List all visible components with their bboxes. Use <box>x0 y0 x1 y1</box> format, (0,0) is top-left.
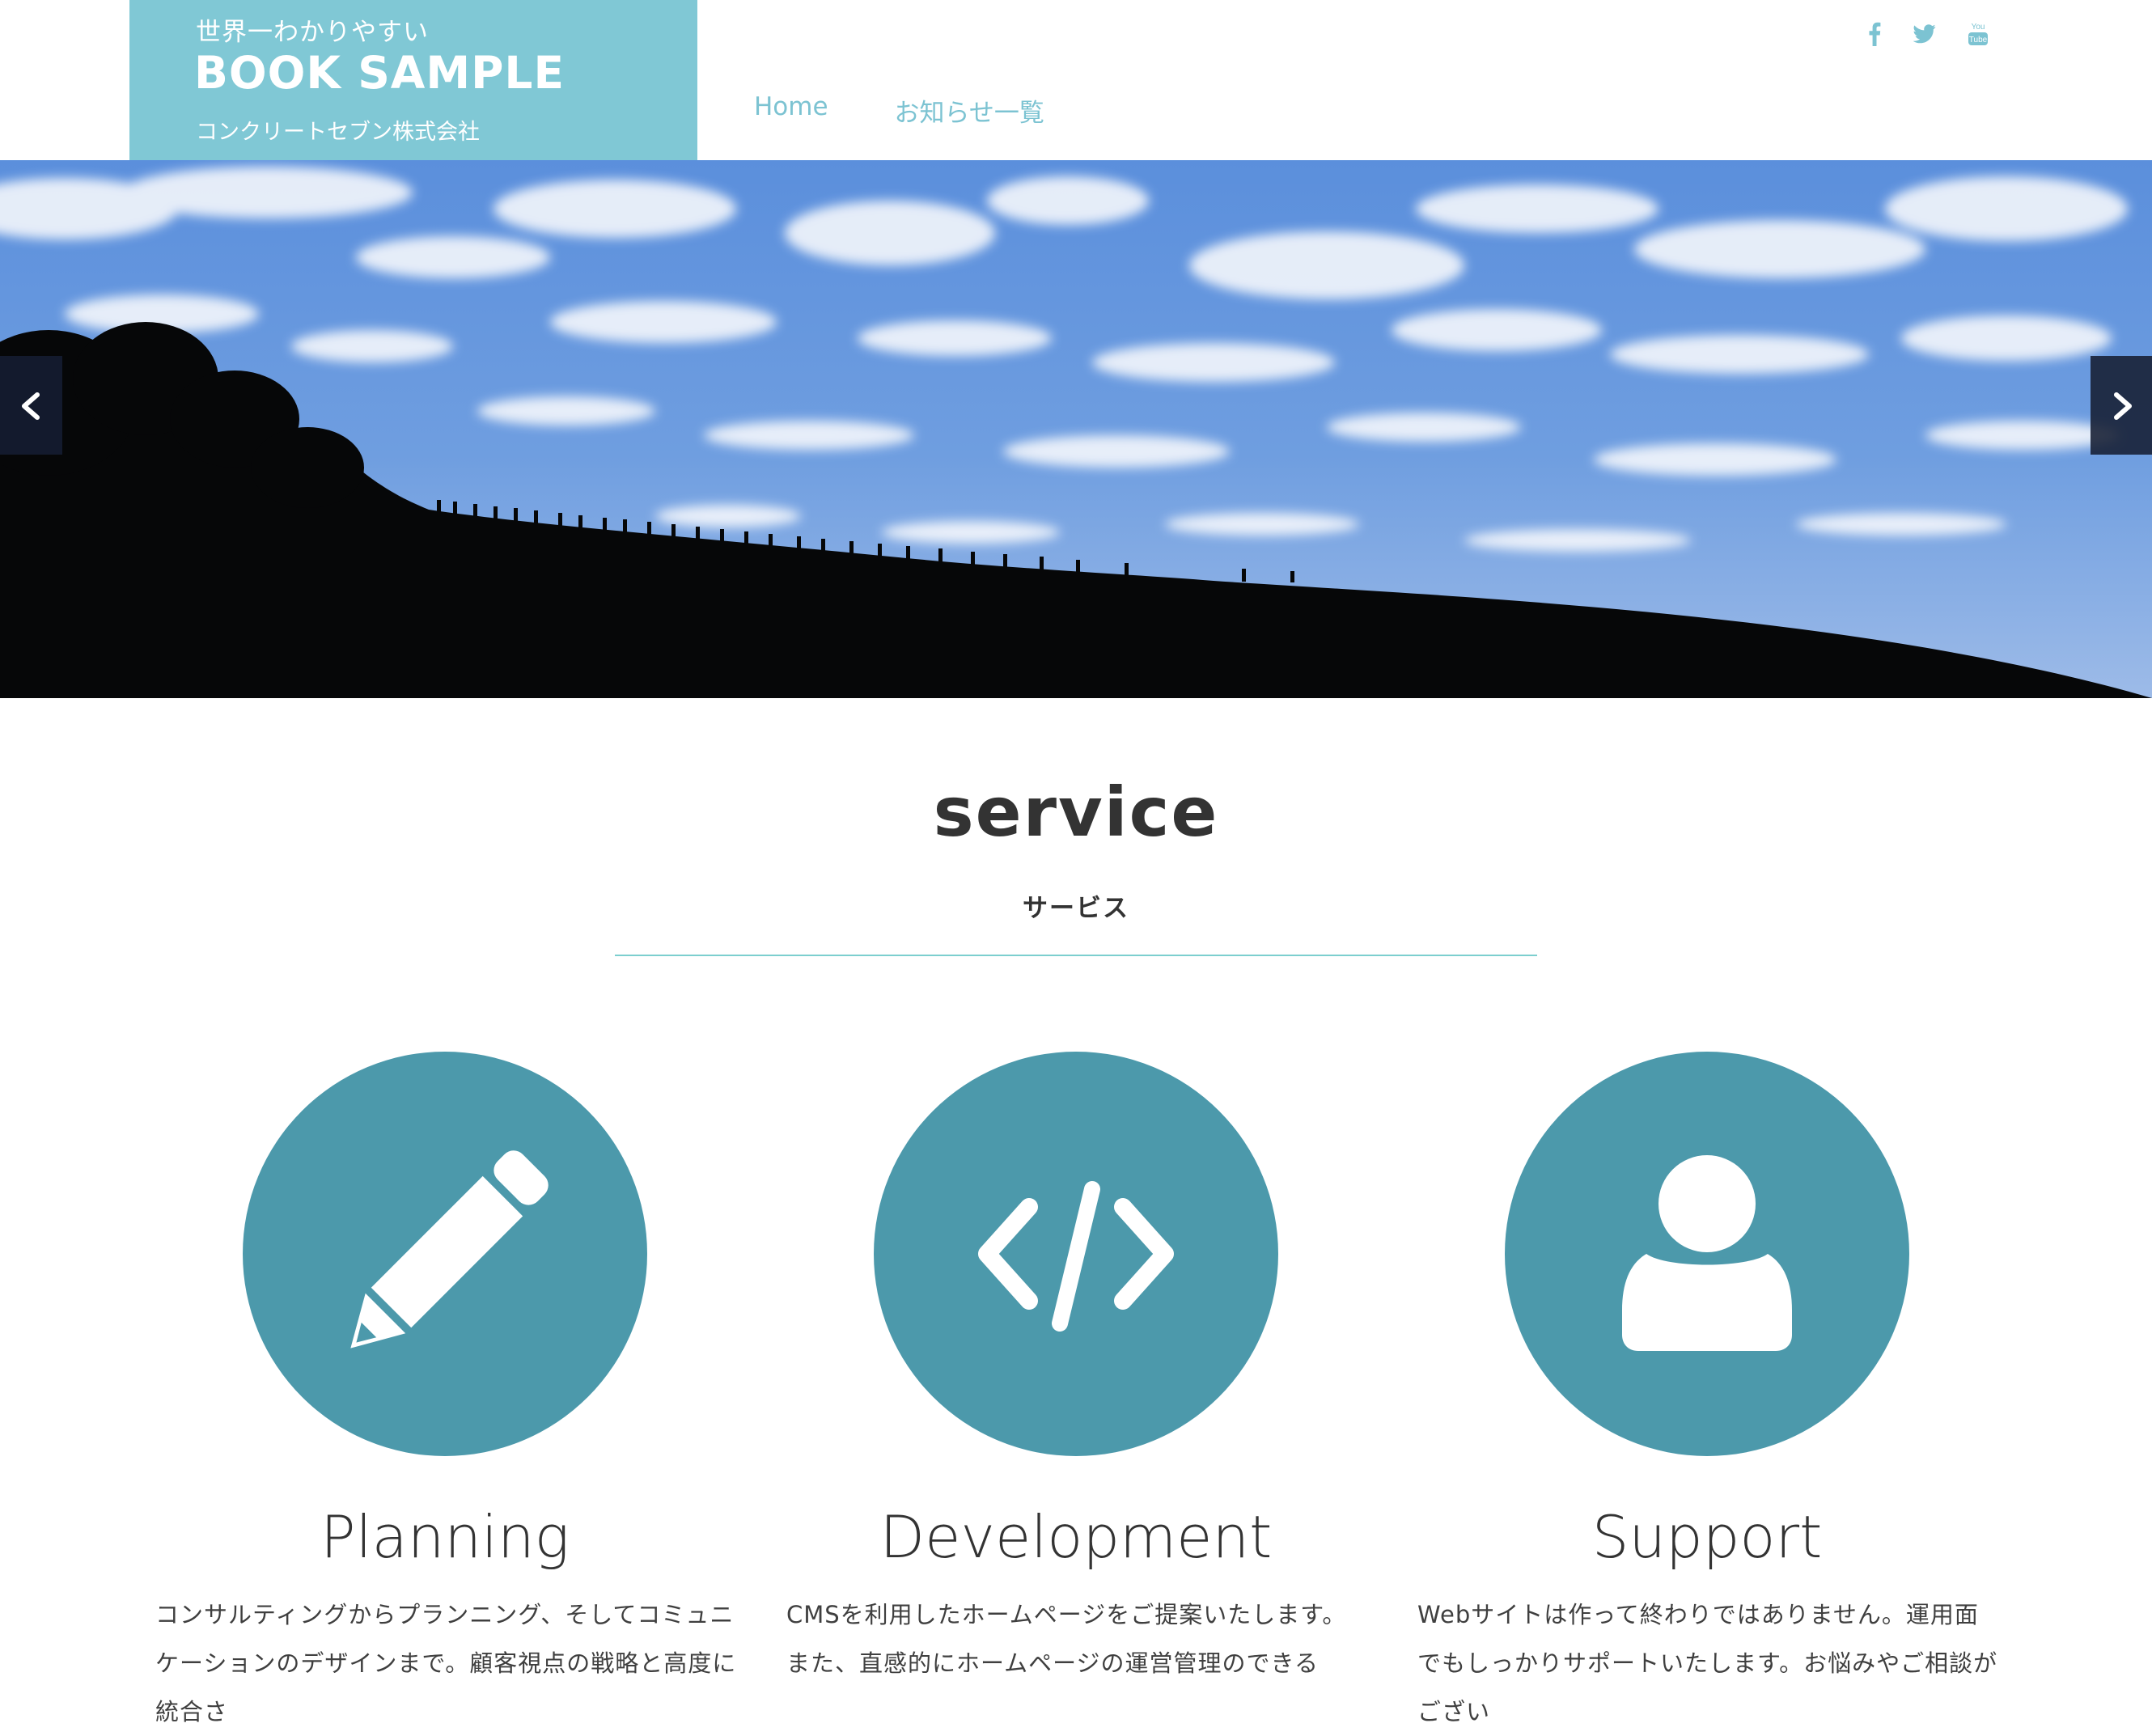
pencil-icon <box>350 1150 549 1349</box>
section-subtitle: サービス <box>1023 894 1129 923</box>
twitter-icon[interactable] <box>1908 18 1941 50</box>
svg-text:Tube: Tube <box>1969 36 1988 44</box>
user-icon <box>1622 1155 1792 1351</box>
svg-text:You: You <box>1972 23 1985 32</box>
slider-prev-button[interactable] <box>0 356 62 455</box>
nav-item-home[interactable]: Home <box>754 92 828 129</box>
service-card-text: Webサイトは作って終わりではありません。運用面でもしっかりサポートいたします。… <box>1417 1601 1998 1725</box>
logo-tagline: 世界一わかりやすい <box>196 18 429 47</box>
logo-company: コンクリートセブン株式会社 <box>196 120 480 145</box>
site-logo[interactable]: 世界一わかりやすい BOOK SAMPLE コンクリートセブン株式会社 <box>129 0 697 160</box>
service-icon-circle <box>1505 1052 1909 1456</box>
service-card-title: Development <box>879 1503 1273 1571</box>
service-card-text: CMSを利用したホームページをご提案いたします。また、直感的にホームページの運営… <box>786 1601 1347 1677</box>
section-divider <box>615 955 1537 956</box>
code-icon <box>978 1181 1174 1332</box>
facebook-icon[interactable] <box>1858 18 1891 50</box>
youtube-icon[interactable]: You Tube <box>1962 18 1994 50</box>
service-card-title: Support <box>1591 1503 1823 1571</box>
hero-slider <box>0 160 2152 698</box>
service-icon-circle <box>874 1052 1278 1456</box>
slider-next-button[interactable] <box>2091 356 2152 455</box>
service-card-text: コンサルティングからプランニング、そしてコミュニケーションのデザインまで。顧客視… <box>155 1601 737 1725</box>
hero-image <box>0 160 2152 698</box>
service-card-title: Planning <box>320 1503 570 1571</box>
logo-title: BOOK SAMPLE <box>194 47 566 99</box>
site-header: 世界一わかりやすい BOOK SAMPLE コンクリートセブン株式会社 Home… <box>0 0 2152 160</box>
service-icon-circle <box>243 1052 647 1456</box>
nav-item-news[interactable]: お知らせ一覧 <box>895 92 1044 129</box>
main-nav: Home お知らせ一覧 <box>754 92 1044 129</box>
section-title: service <box>933 773 1219 852</box>
